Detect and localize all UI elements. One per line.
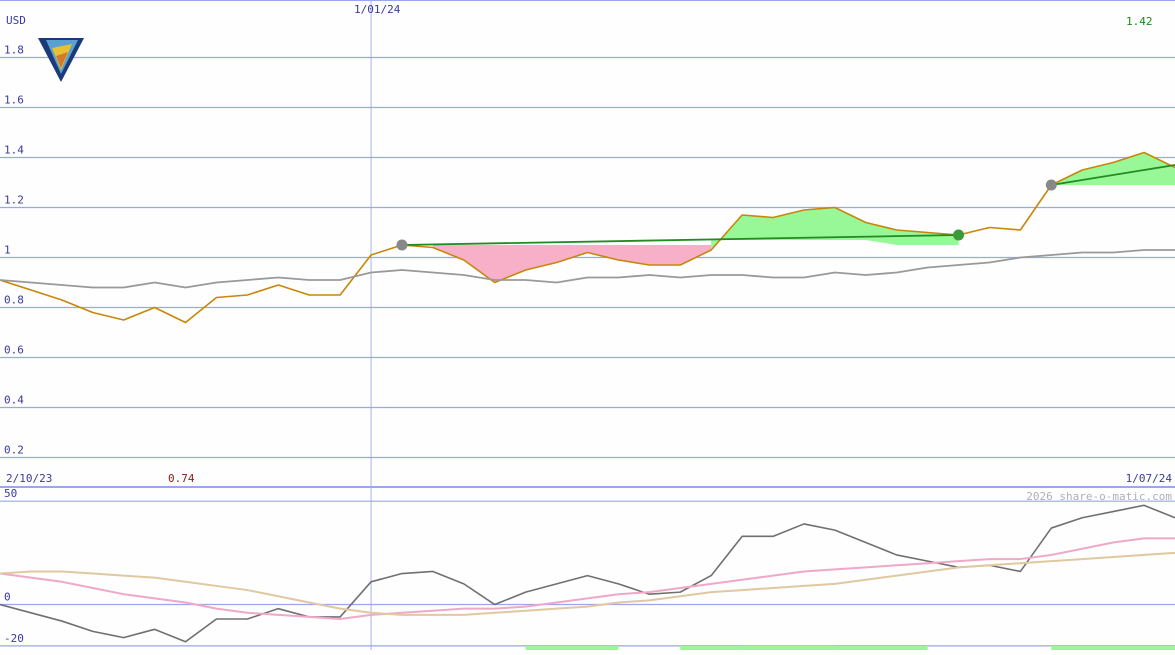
price-y-tick-label: 0.8 xyxy=(4,294,24,307)
oscillator-histogram-bar xyxy=(742,645,835,650)
oscillator-panel: 50 0 -20 xyxy=(0,487,1175,650)
price-y-tick-label: 0.4 xyxy=(4,394,24,407)
oscillator-y-tick-label: -20 xyxy=(4,632,24,645)
price-y-tick-label: 1 xyxy=(4,244,11,257)
start-date-label: 2/10/23 xyxy=(6,472,52,485)
oscillator-histogram-bar xyxy=(525,646,619,650)
price-pivot-marker xyxy=(953,229,965,241)
brand-logo xyxy=(38,38,84,82)
price-y-tick-label: 1.6 xyxy=(4,94,24,107)
end-date-label: 1/07/24 xyxy=(1126,472,1173,485)
price-y-tick-label: 1.8 xyxy=(4,44,24,57)
min-value-label: 0.74 xyxy=(168,472,195,485)
price-pivot-marker xyxy=(1045,179,1057,191)
price-panel: 1.8 1.6 1.4 1.2 1 0.8 0.6 0.4 0.2 xyxy=(0,0,1175,650)
price-gain-band xyxy=(711,207,959,250)
currency-label: USD xyxy=(6,14,26,27)
oscillator-histogram-bar xyxy=(680,646,743,650)
last-value-label: 1.42 xyxy=(1126,15,1153,28)
price-comparison-line xyxy=(0,249,1175,289)
price-y-tick-label: 0.6 xyxy=(4,344,24,357)
oscillator-y-tick-label: 0 xyxy=(4,591,11,604)
chart-canvas: 1.8 1.6 1.4 1.2 1 0.8 0.6 0.4 0.2 50 0 -20 USD 1/0… xyxy=(0,0,1175,650)
date-marker-label: 1/01/24 xyxy=(354,3,401,16)
oscillator-oscillator-line xyxy=(0,504,1175,643)
oscillator-histogram-bar xyxy=(834,646,928,650)
price-pivot-marker xyxy=(396,239,408,251)
price-y-tick-label: 1.4 xyxy=(4,144,24,157)
share-price-chart: 1.8 1.6 1.4 1.2 1 0.8 0.6 0.4 0.2 50 0 -20 USD 1/0… xyxy=(0,0,1175,650)
price-price-line xyxy=(0,151,1175,324)
copyright-label: 2026 share-o-matic.com xyxy=(1026,490,1172,503)
oscillator-signal-tan-line xyxy=(0,551,1175,616)
price-y-tick-label: 1.2 xyxy=(4,194,24,207)
oscillator-histogram-bar xyxy=(1051,646,1175,650)
price-y-tick-label: 0.2 xyxy=(4,444,24,457)
oscillator-y-tick-label: 50 xyxy=(4,487,17,500)
